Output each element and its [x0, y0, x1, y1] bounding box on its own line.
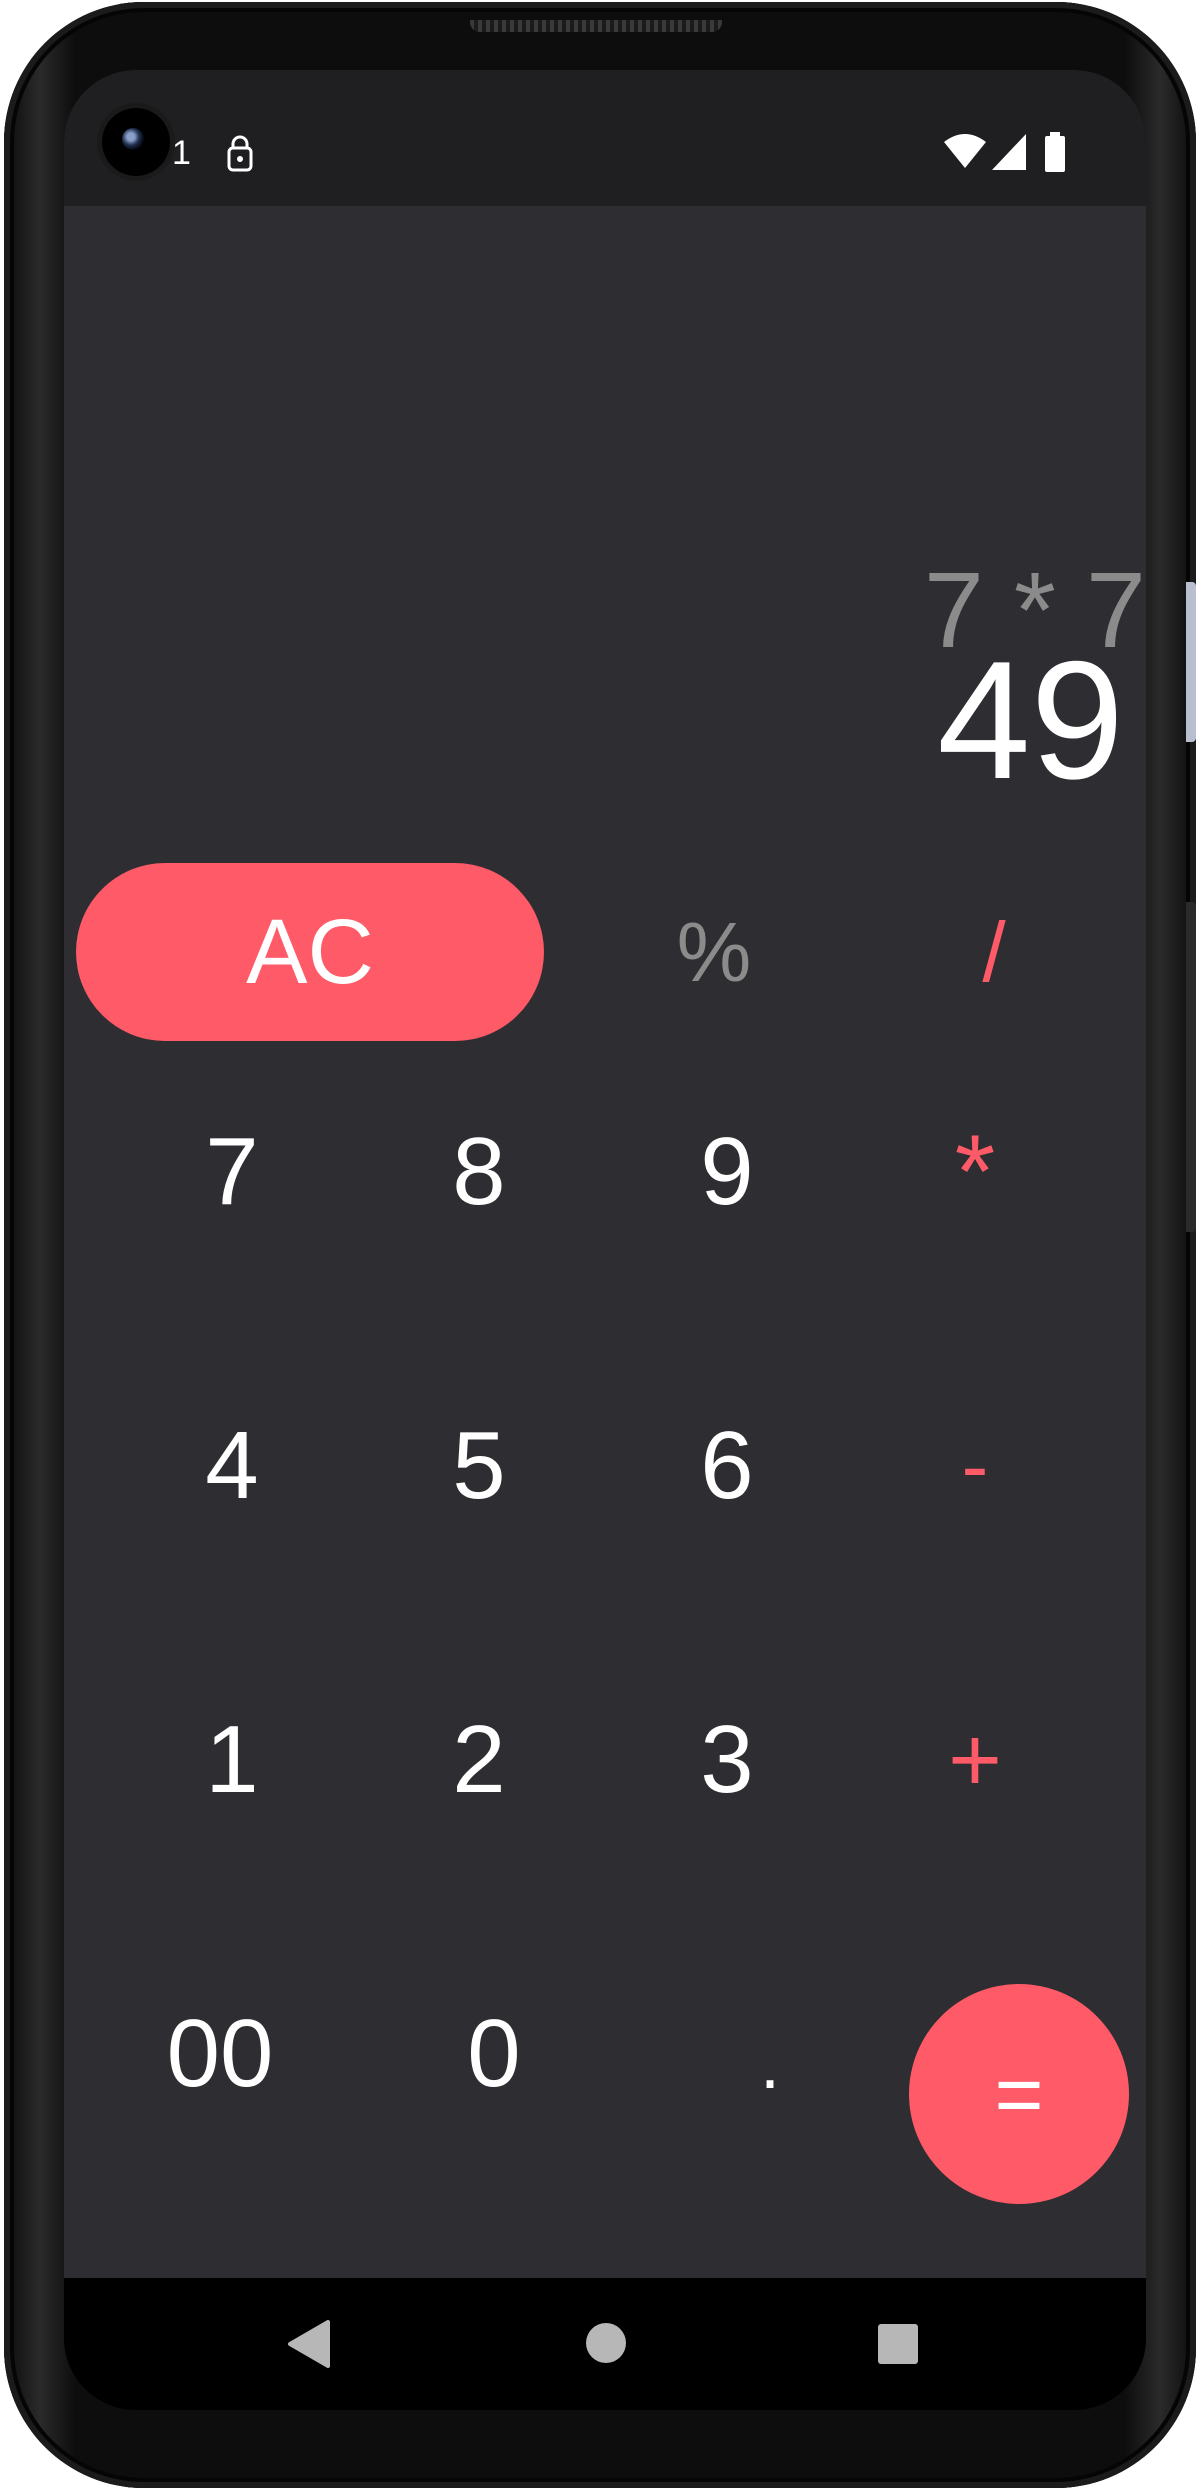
back-icon[interactable] [286, 2320, 330, 2373]
recents-icon[interactable] [878, 2324, 918, 2369]
wifi-icon [944, 134, 986, 175]
battery-icon [1044, 132, 1066, 177]
home-icon[interactable] [585, 2322, 627, 2369]
phone-frame: 1 7 * 7 49 AC % / 7 8 9 * 4 5 6 - 1 2 3 … [4, 2, 1196, 2488]
digit-6-button[interactable]: 6 [657, 1396, 797, 1536]
cellular-signal-icon [992, 134, 1026, 175]
earpiece-speaker [470, 20, 722, 32]
screen: 1 7 * 7 49 AC % / 7 8 9 * 4 5 6 - 1 2 3 … [64, 70, 1146, 2410]
equals-button[interactable]: = [909, 1984, 1129, 2204]
clear-button[interactable]: AC [76, 863, 544, 1041]
digit-2-button[interactable]: 2 [409, 1690, 549, 1830]
subtract-button[interactable]: - [905, 1396, 1045, 1536]
status-bar: 1 [64, 70, 1146, 206]
divide-button[interactable]: / [924, 882, 1064, 1022]
digit-9-button[interactable]: 9 [657, 1102, 797, 1242]
digit-8-button[interactable]: 8 [409, 1102, 549, 1242]
percent-button[interactable]: % [644, 882, 784, 1022]
decimal-button[interactable]: . [700, 1994, 840, 2134]
multiply-button[interactable]: * [905, 1102, 1045, 1242]
vpn-key-icon [226, 134, 254, 179]
digit-1-button[interactable]: 1 [162, 1690, 302, 1830]
digit-3-button[interactable]: 3 [657, 1690, 797, 1830]
result-display: 49 [937, 626, 1124, 814]
navigation-bar [64, 2278, 1146, 2410]
volume-button [1186, 582, 1196, 742]
digit-5-button[interactable]: 5 [409, 1396, 549, 1536]
calculator-app: 7 * 7 49 AC % / 7 8 9 * 4 5 6 - 1 2 3 + … [64, 206, 1146, 2278]
power-button [1186, 902, 1196, 1232]
digit-7-button[interactable]: 7 [162, 1102, 302, 1242]
front-camera [102, 108, 170, 176]
status-time: 1 [172, 134, 191, 172]
double-zero-button[interactable]: 00 [130, 1984, 310, 2124]
add-button[interactable]: + [905, 1690, 1045, 1830]
digit-0-button[interactable]: 0 [424, 1984, 564, 2124]
digit-4-button[interactable]: 4 [162, 1396, 302, 1536]
